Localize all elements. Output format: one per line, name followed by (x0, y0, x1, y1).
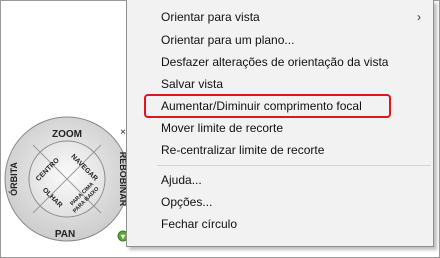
menu-item-recentralizar-limite[interactable]: Re-centralizar limite de recorte (127, 139, 433, 161)
steering-wheel[interactable]: ZOOM PAN ÓRBITA REBOBINAR CENTRO NAVEGAR… (3, 113, 133, 247)
menu-separator (157, 165, 431, 166)
menu-item-orientar-para-plano[interactable]: Orientar para um plano... (127, 29, 433, 51)
menu-item-label: Salvar vista (161, 77, 224, 91)
menu-item-label: Ajuda... (161, 173, 202, 187)
wheel-zoom[interactable]: ZOOM (52, 129, 82, 140)
menu-item-label: Opções... (161, 195, 213, 209)
wheel-orbita[interactable]: ÓRBITA (8, 162, 19, 196)
context-menu: Orientar para vista › Orientar para um p… (126, 0, 434, 247)
menu-item-label: Re-centralizar limite de recorte (161, 143, 325, 157)
menu-item-salvar-vista[interactable]: Salvar vista (127, 73, 433, 95)
menu-item-label: Mover limite de recorte (161, 121, 284, 135)
menu-item-ajuda[interactable]: Ajuda... (127, 169, 433, 191)
wheel-pan[interactable]: PAN (55, 229, 75, 240)
menu-item-opcoes[interactable]: Opções... (127, 191, 433, 213)
highlight-box (144, 94, 391, 118)
menu-item-label: Desfazer alterações de orientação da vis… (161, 55, 389, 69)
chevron-right-icon: › (417, 10, 421, 24)
menu-item-desfazer-orientacao[interactable]: Desfazer alterações de orientação da vis… (127, 51, 433, 73)
menu-item-fechar-circulo[interactable]: Fechar círculo (127, 213, 433, 235)
menu-item-mover-limite[interactable]: Mover limite de recorte (127, 117, 433, 139)
menu-item-label: Orientar para um plano... (161, 33, 295, 47)
menu-item-label: Fechar círculo (161, 217, 238, 231)
menu-item-label: Orientar para vista (161, 10, 260, 24)
menu-item-orientar-para-vista[interactable]: Orientar para vista › (127, 6, 433, 28)
